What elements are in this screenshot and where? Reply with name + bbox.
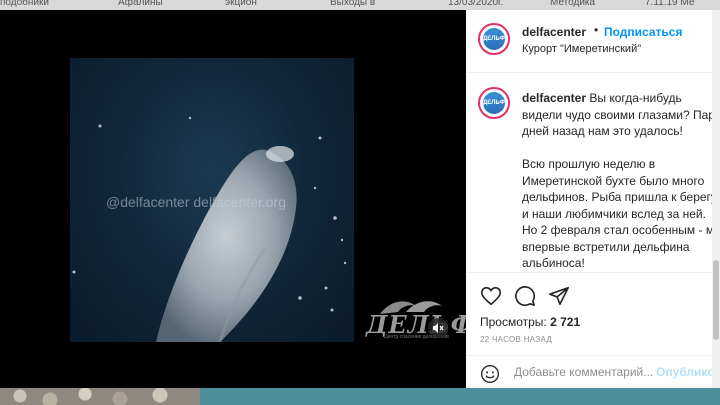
background-page-strip: подобники Афалины экцион Выходы в 13/03/…: [0, 0, 720, 10]
water-image: [200, 388, 720, 405]
video-player[interactable]: @delfacenter delfacenter.org ДЕЛЬФА Цент…: [0, 10, 494, 388]
caption-text: Вы когда-нибудь видели чудо своими глаза…: [522, 91, 720, 270]
comment-box: Добавьте комментарий... Опубликовать: [466, 355, 720, 390]
avatar[interactable]: ДЕЛЬФА: [478, 23, 510, 55]
mute-button[interactable]: [428, 318, 448, 338]
background-text: подобники: [0, 0, 49, 8]
delfa-logo: ДЕЛЬФА Центр спасения дельфинов: [366, 296, 494, 342]
publish-button[interactable]: Опубликовать: [656, 365, 720, 379]
background-text: 7.11.19 Ме: [645, 0, 695, 8]
speaker-muted-icon: [433, 323, 444, 333]
views-number: 2 721: [550, 315, 581, 329]
follow-button[interactable]: Подписаться: [604, 25, 682, 39]
background-page-bottom: [0, 388, 720, 405]
comment-icon[interactable]: [514, 285, 536, 307]
pebbles-image: [0, 388, 200, 405]
background-text: 13/03/2020г.: [448, 0, 504, 8]
share-icon[interactable]: [548, 285, 570, 307]
background-text: Афалины: [118, 0, 163, 8]
emoji-icon[interactable]: [480, 364, 500, 384]
header-username[interactable]: delfacenter: [522, 25, 586, 39]
post-time[interactable]: 22 ЧАСОВ НАЗАД: [480, 335, 552, 344]
scrollbar[interactable]: [712, 10, 720, 388]
background-text: Методика: [550, 0, 596, 8]
avatar-text: ДЕЛЬФА: [483, 28, 508, 50]
video-watermark: @delfacenter delfacenter.org: [106, 194, 286, 210]
post-panel: ДЕЛЬФА delfacenter • Подписаться Курорт …: [466, 10, 720, 388]
background-text: Выходы в: [330, 0, 376, 8]
video-frame[interactable]: @delfacenter delfacenter.org: [70, 58, 354, 342]
heart-icon[interactable]: [480, 285, 502, 307]
location-link[interactable]: Курорт "Имеретинский": [522, 43, 641, 55]
caption-username[interactable]: delfacenter: [522, 91, 586, 105]
background-text: экцион: [225, 0, 257, 8]
post-caption: delfacenter Вы когда-нибудь видели чудо …: [522, 90, 720, 272]
post-actions: Просмотры: 2 721 22 ЧАСОВ НАЗАД Добавьте…: [466, 272, 720, 389]
scrollbar-thumb[interactable]: [713, 260, 719, 340]
post-header: ДЕЛЬФА delfacenter • Подписаться Курорт …: [466, 10, 720, 73]
avatar-text: ДЕЛЬФА: [483, 92, 508, 114]
comment-input[interactable]: Добавьте комментарий...: [514, 365, 653, 379]
views-label: Просмотры:: [480, 315, 547, 329]
views-count: Просмотры: 2 721: [480, 315, 580, 329]
caption-avatar[interactable]: ДЕЛЬФА: [478, 87, 510, 119]
header-separator: •: [594, 23, 599, 37]
